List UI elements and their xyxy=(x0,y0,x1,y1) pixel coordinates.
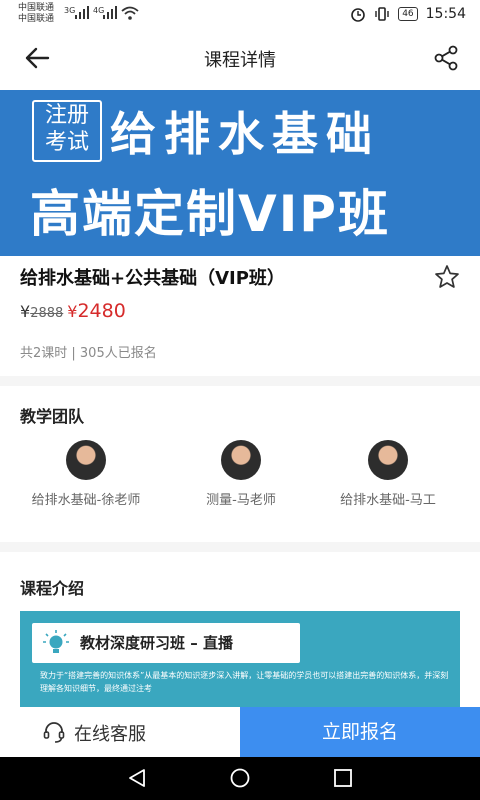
price-row: ¥2888 ¥2480 xyxy=(20,300,126,328)
teacher-card[interactable]: 测量-马老师 xyxy=(161,440,321,508)
carrier-2: 中国联通 xyxy=(18,14,55,24)
avatar xyxy=(66,440,106,480)
enroll-button[interactable]: 立即报名 xyxy=(240,707,480,757)
bottom-action-bar: 在线客服 立即报名 xyxy=(0,707,480,757)
course-banner: 注册 考试 给排水基础 高端定制VIP班 xyxy=(0,90,480,256)
intro-card: 教材深度研习班 – 直播 xyxy=(32,623,300,663)
alarm-icon xyxy=(351,8,365,22)
current-price: 2480 xyxy=(77,300,126,322)
lightbulb-icon xyxy=(43,630,69,653)
teacher-card[interactable]: 给排水基础-马工 xyxy=(308,440,468,508)
navigation-bar: 课程详情 xyxy=(0,28,480,88)
teacher-name: 给排水基础-马工 xyxy=(340,493,436,508)
battery-indicator: 46 xyxy=(398,7,418,21)
teacher-name: 给排水基础-徐老师 xyxy=(31,493,141,508)
banner-headline: 给排水基础 xyxy=(110,107,380,161)
clock: 15:54 xyxy=(425,6,466,22)
intro-section-title: 课程介绍 xyxy=(20,579,85,598)
favorite-star-icon[interactable] xyxy=(434,264,460,290)
banner-badge: 注册 考试 xyxy=(32,100,102,162)
signal-icon xyxy=(75,6,89,19)
nav-home-icon[interactable] xyxy=(229,767,251,789)
intro-card-title: 教材深度研习班 – 直播 xyxy=(80,634,233,652)
nav-back-icon[interactable] xyxy=(126,767,148,789)
price-currency: ¥ xyxy=(67,302,78,321)
avatar xyxy=(368,440,408,480)
status-bar: 中国联通 中国联通 3G 4G 46 15:54 xyxy=(0,0,480,28)
original-price: 2888 xyxy=(30,306,64,321)
section-divider xyxy=(0,542,480,552)
share-icon[interactable] xyxy=(432,44,460,72)
wifi-icon xyxy=(121,6,139,20)
carrier-info: 中国联通 中国联通 xyxy=(18,3,54,25)
avatar xyxy=(221,440,261,480)
course-meta: 共2课时 | 305人已报名 xyxy=(20,346,157,361)
badge-line-2: 考试 xyxy=(44,130,89,155)
customer-service-button[interactable]: 在线客服 xyxy=(0,707,240,757)
original-price-currency: ¥ xyxy=(20,302,31,321)
teacher-card[interactable]: 给排水基础-徐老师 xyxy=(6,440,166,508)
intro-image: 教材深度研习班 – 直播 致力于“搭建完善的知识体系”从最基本的知识逐步深入讲解… xyxy=(20,611,460,707)
headset-icon xyxy=(43,722,65,743)
nav-recents-icon[interactable] xyxy=(332,767,354,789)
page-title: 课程详情 xyxy=(204,50,276,71)
intro-description: 致力于“搭建完善的知识体系”从最基本的知识逐步深入讲解，让零基础的学员也可以搭建… xyxy=(40,671,449,693)
course-title: 给排水基础+公共基础（VIP班） xyxy=(20,268,285,289)
section-divider xyxy=(0,376,480,386)
system-navigation-bar xyxy=(0,757,480,800)
carrier-1: 中国联通 xyxy=(18,3,55,13)
banner-subheadline: 高端定制VIP班 xyxy=(30,185,390,243)
vibrate-icon xyxy=(375,7,389,21)
team-section-title: 教学团队 xyxy=(20,407,85,426)
signal-icon xyxy=(103,6,117,19)
teacher-name: 测量-马老师 xyxy=(206,493,276,508)
badge-line-1: 注册 xyxy=(44,103,89,128)
customer-service-label: 在线客服 xyxy=(74,724,146,745)
